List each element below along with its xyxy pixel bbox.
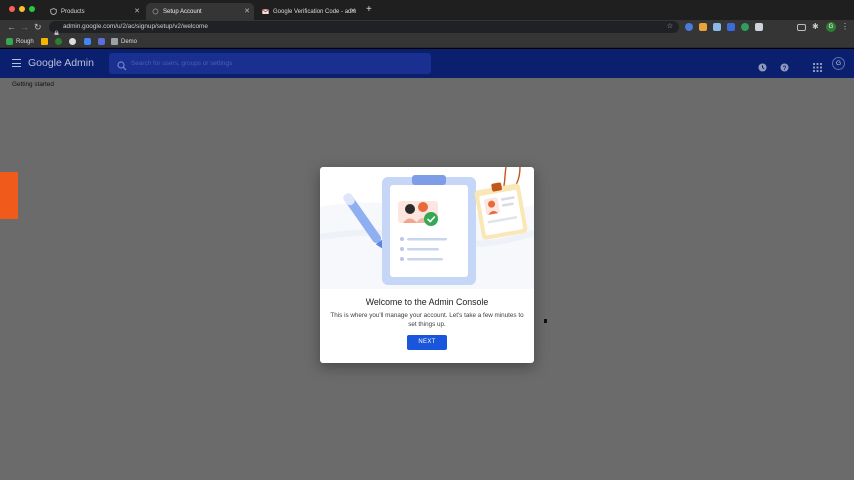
apps-grid-icon[interactable] xyxy=(813,59,822,72)
tab-setup-account[interactable]: Setup Account ✕ xyxy=(146,3,254,20)
close-icon[interactable]: ✕ xyxy=(350,7,356,15)
minimize-window-button[interactable] xyxy=(19,6,25,12)
bookmark-star-icon[interactable]: ☆ xyxy=(667,22,673,32)
extension-icon[interactable] xyxy=(741,23,749,31)
bookmarks-bar: Rough Demo xyxy=(0,35,854,48)
welcome-illustration xyxy=(320,167,534,289)
extension-icon[interactable] xyxy=(727,23,735,31)
tab-label: Products xyxy=(61,8,85,15)
dialog-title: Welcome to the Admin Console xyxy=(365,297,489,307)
breadcrumb-bar: Getting started xyxy=(0,78,854,91)
gmail-icon xyxy=(262,8,269,15)
close-icon[interactable]: ✕ xyxy=(134,7,140,15)
loading-icon xyxy=(152,8,159,15)
tab-gmail-verification[interactable]: Google Verification Code - adm ✕ xyxy=(256,3,360,20)
dialog-description: This is where you'll manage your account… xyxy=(330,312,524,328)
more-menu-icon[interactable]: ⋮ xyxy=(841,22,849,32)
account-avatar[interactable]: G xyxy=(832,57,845,70)
welcome-dialog: Welcome to the Admin Console This is whe… xyxy=(320,167,534,363)
tab-label: Google Verification Code - adm xyxy=(273,8,357,15)
search-box[interactable] xyxy=(109,53,431,74)
svg-text:?: ? xyxy=(783,65,787,72)
main-menu-icon[interactable] xyxy=(12,59,21,67)
docs-icon[interactable] xyxy=(84,38,91,45)
new-tab-button[interactable]: + xyxy=(366,4,372,16)
timer-icon[interactable] xyxy=(758,59,767,72)
cast-icon[interactable] xyxy=(797,24,806,31)
bookmark-label: Demo xyxy=(121,38,138,45)
next-button[interactable]: NEXT xyxy=(407,335,447,350)
profile-avatar[interactable]: G xyxy=(826,22,836,32)
close-window-button[interactable] xyxy=(9,6,15,12)
page-content: Google Admin ? G xyxy=(0,49,854,480)
sheets-icon xyxy=(6,38,13,45)
github-icon[interactable] xyxy=(69,38,76,45)
mouse-cursor xyxy=(544,319,547,323)
side-feedback-tab[interactable] xyxy=(0,172,18,219)
close-icon[interactable]: ✕ xyxy=(244,7,250,15)
reload-icon[interactable]: ↻ xyxy=(34,21,42,34)
bookmark-rough[interactable]: Rough xyxy=(6,37,34,46)
app-title: Google Admin xyxy=(28,57,94,69)
url-text: admin.google.com/u/2/ac/signup/setup/v2/… xyxy=(63,23,208,30)
tab-label: Setup Account xyxy=(163,8,202,15)
shield-icon xyxy=(50,8,57,15)
bookmark-demo[interactable]: Demo xyxy=(111,37,137,46)
bookmark-icon[interactable] xyxy=(55,38,62,45)
extension-icon[interactable] xyxy=(685,23,693,31)
app-header: Google Admin ? G xyxy=(0,49,854,78)
screen: Products ✕ Setup Account ✕ Google Verifi… xyxy=(0,0,854,480)
browser-toolbar: ← → ↻ admin.google.com/u/2/ac/signup/set… xyxy=(0,20,854,36)
puzzle-icon[interactable]: ✱ xyxy=(812,23,820,31)
search-icon xyxy=(117,58,127,71)
bookmark-label: Rough xyxy=(16,38,34,45)
address-bar[interactable]: admin.google.com/u/2/ac/signup/setup/v2/… xyxy=(49,21,679,36)
drive-icon[interactable] xyxy=(41,38,48,45)
lock-icon xyxy=(54,23,59,36)
search-input[interactable] xyxy=(131,56,421,71)
back-arrow-icon[interactable]: ← xyxy=(7,21,16,34)
extension-icon[interactable] xyxy=(699,23,707,31)
forward-arrow-icon[interactable]: → xyxy=(20,21,29,34)
tab-products[interactable]: Products ✕ xyxy=(44,3,144,20)
extension-icon[interactable] xyxy=(713,23,721,31)
calendar-icon[interactable] xyxy=(98,38,105,45)
folder-icon xyxy=(111,38,118,45)
breadcrumb: Getting started xyxy=(12,81,54,88)
browser-tab-strip: Products ✕ Setup Account ✕ Google Verifi… xyxy=(0,0,854,20)
maximize-window-button[interactable] xyxy=(29,6,35,12)
extension-icon[interactable] xyxy=(755,23,763,31)
help-icon[interactable]: ? xyxy=(780,59,789,72)
